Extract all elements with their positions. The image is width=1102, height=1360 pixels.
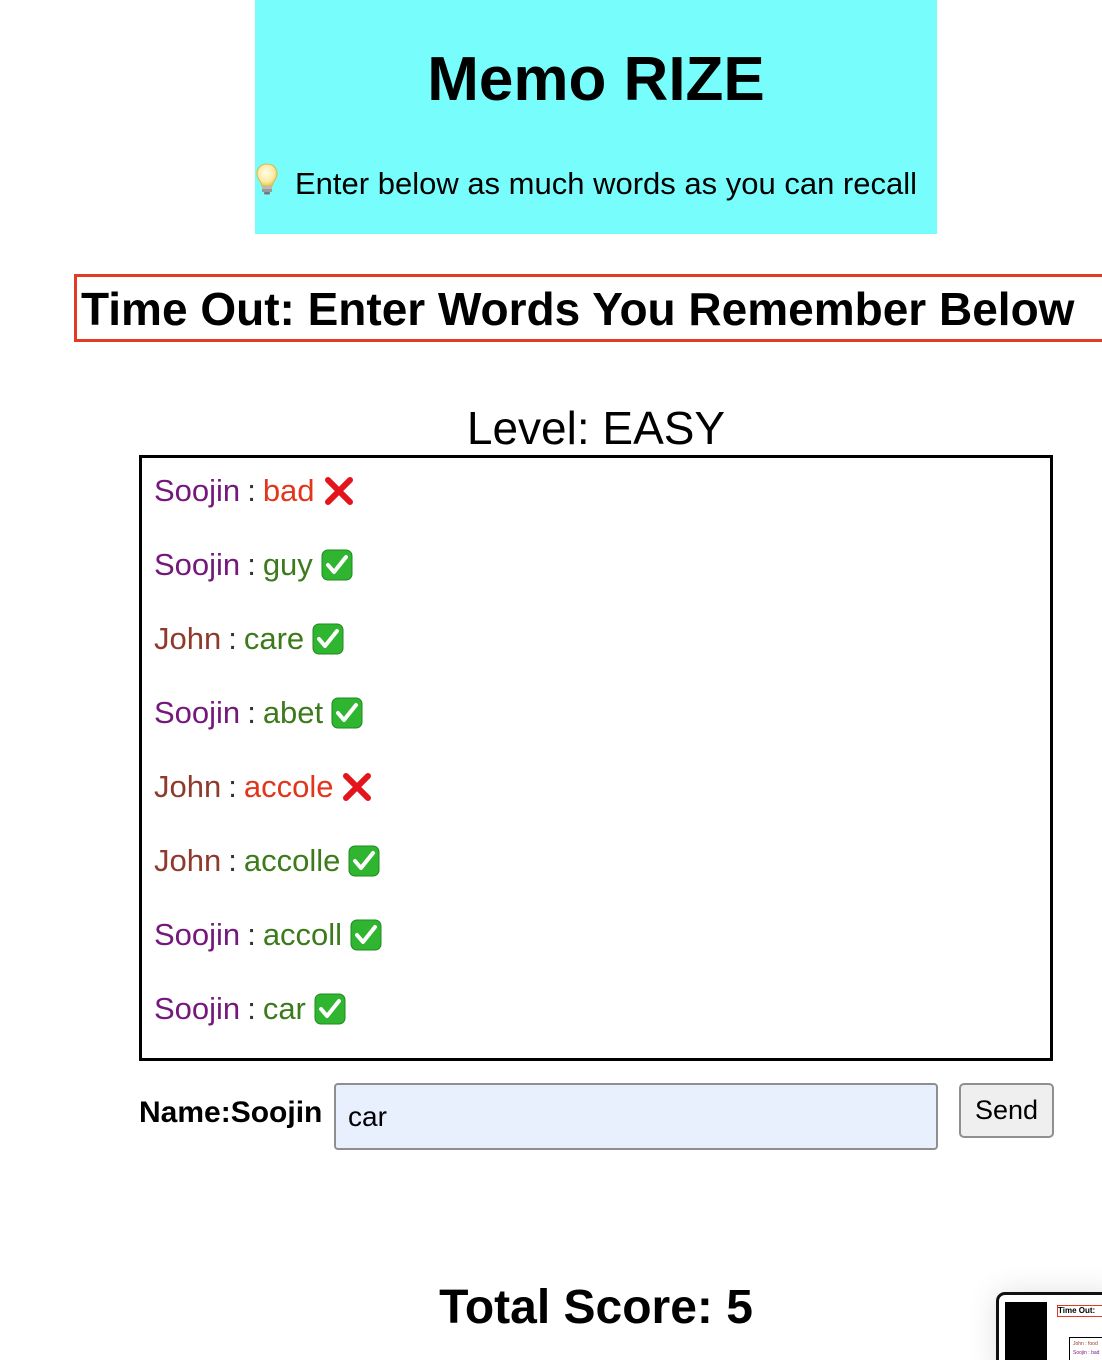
lightbulb-icon xyxy=(255,162,285,196)
entry-player-name: John xyxy=(154,621,222,656)
thumbnail-row: Soojin : bad xyxy=(1073,1350,1100,1356)
thumbnail-title: Time Out: xyxy=(1057,1305,1102,1317)
entry-separator: : xyxy=(247,695,256,730)
entry-separator: : xyxy=(228,769,237,804)
player-name-label: Name:Soojin xyxy=(139,1096,323,1129)
entry-separator: : xyxy=(228,621,237,656)
entry-word: abet xyxy=(262,695,324,730)
entry-player-name: John xyxy=(154,843,222,878)
entry-player-name: Soojin xyxy=(154,695,241,730)
check-mark-icon xyxy=(350,919,382,951)
entry-separator: : xyxy=(228,843,237,878)
check-mark-icon xyxy=(314,993,346,1025)
word-entry: John: accolle xyxy=(154,841,380,881)
timeout-banner: Time Out: Enter Words You Remember Below xyxy=(74,274,1102,342)
thumbnail-board: John : food Soojin : bad xyxy=(1069,1337,1102,1360)
entry-separator: : xyxy=(247,473,256,508)
entry-player-name: Soojin xyxy=(154,991,241,1026)
entry-word: bad xyxy=(262,473,315,508)
cross-mark-icon xyxy=(341,771,373,803)
total-score: Total Score: 5 xyxy=(439,1281,753,1334)
check-mark-icon xyxy=(348,845,380,877)
word-entry: John: care xyxy=(154,619,344,659)
entry-separator: : xyxy=(247,547,256,582)
send-button[interactable]: Send xyxy=(959,1083,1054,1138)
check-mark-icon xyxy=(312,623,344,655)
check-mark-icon xyxy=(331,697,363,729)
screenshot-thumbnail[interactable]: Time Out: John : food Soojin : bad xyxy=(996,1292,1102,1360)
entry-word: guy xyxy=(262,547,313,582)
thumbnail-row: John : food xyxy=(1073,1341,1098,1347)
word-entry: Soojin: accoll xyxy=(154,915,382,955)
word-entry: Soojin: car xyxy=(154,989,346,1029)
check-mark-icon xyxy=(321,549,353,581)
word-entry: John: accole xyxy=(154,767,373,807)
app-header: Memo RIZE Enter below as much words as y… xyxy=(255,0,937,234)
entry-separator: : xyxy=(247,917,256,952)
app-title: Memo RIZE xyxy=(427,45,765,114)
word-entry: Soojin: abet xyxy=(154,693,363,733)
word-input[interactable] xyxy=(334,1083,938,1150)
entry-player-name: John xyxy=(154,769,222,804)
thumbnail-dark-panel xyxy=(1005,1302,1047,1360)
hint-label: Enter below as much words as you can rec… xyxy=(295,166,918,201)
word-entry: Soojin: guy xyxy=(154,545,353,585)
entry-word: car xyxy=(262,991,306,1026)
entry-player-name: Soojin xyxy=(154,547,241,582)
entry-player-name: Soojin xyxy=(154,473,241,508)
entry-word: accoll xyxy=(262,917,343,952)
cross-mark-icon xyxy=(323,475,355,507)
timeout-text: Time Out: Enter Words You Remember Below xyxy=(81,283,1075,335)
entry-player-name: Soojin xyxy=(154,917,241,952)
entry-word: accolle xyxy=(243,843,341,878)
entry-word: care xyxy=(243,621,305,656)
level-label: Level: EASY xyxy=(466,402,726,454)
entry-word: accole xyxy=(243,769,334,804)
hint-text: Enter below as much words as you can rec… xyxy=(255,162,937,203)
word-board: Soojin: bad Soojin: guy John: care Soojin: abet… xyxy=(139,455,1053,1061)
entry-separator: : xyxy=(247,991,256,1026)
word-entry: Soojin: bad xyxy=(154,471,355,511)
